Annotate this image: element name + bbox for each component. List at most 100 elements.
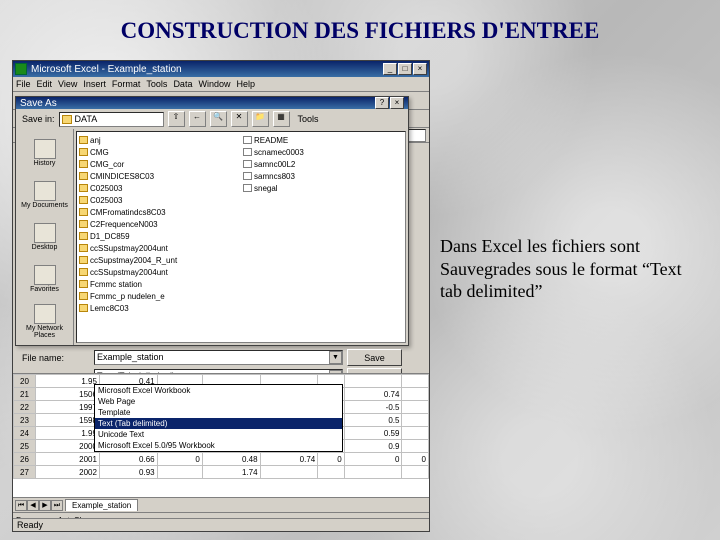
file-item[interactable]: Fcmmc station bbox=[79, 278, 239, 290]
tab-last-icon[interactable]: ⏭ bbox=[51, 500, 63, 511]
cell[interactable]: 0.5 bbox=[344, 414, 402, 427]
back-icon[interactable]: ← bbox=[189, 111, 206, 127]
menu-help[interactable]: Help bbox=[236, 79, 255, 89]
cell[interactable]: 2000 bbox=[36, 440, 100, 453]
cell[interactable]: 1506 bbox=[36, 388, 100, 401]
cell[interactable] bbox=[402, 440, 429, 453]
row-header[interactable]: 22 bbox=[14, 401, 36, 414]
file-item[interactable]: C025003 bbox=[79, 182, 239, 194]
menu-tools[interactable]: Tools bbox=[146, 79, 167, 89]
menu-insert[interactable]: Insert bbox=[83, 79, 106, 89]
dropdown-option[interactable]: Unicode Text bbox=[95, 429, 342, 440]
sheet-tab[interactable]: Example_station bbox=[65, 499, 138, 511]
cell[interactable]: 0 bbox=[402, 453, 429, 466]
dropdown-option[interactable]: Microsoft Excel 5.0/95 Workbook bbox=[95, 440, 342, 451]
row-header[interactable]: 27 bbox=[14, 466, 36, 479]
save-button[interactable]: Save bbox=[347, 349, 402, 366]
cell[interactable]: 0.48 bbox=[202, 453, 260, 466]
cell[interactable] bbox=[344, 375, 402, 388]
dropdown-option[interactable]: Microsoft Excel Workbook bbox=[95, 385, 342, 396]
cell[interactable]: 0.74 bbox=[260, 453, 318, 466]
file-item[interactable]: CMG bbox=[79, 146, 239, 158]
savetype-dropdown[interactable]: Microsoft Excel WorkbookWeb PageTemplate… bbox=[94, 384, 343, 452]
file-list[interactable]: anjCMGCMG_corCMINDICES8C03C025003C025003… bbox=[76, 131, 406, 343]
cell[interactable]: 0.74 bbox=[344, 388, 402, 401]
menu-view[interactable]: View bbox=[58, 79, 77, 89]
cell[interactable] bbox=[344, 466, 402, 479]
row-header[interactable]: 20 bbox=[14, 375, 36, 388]
tools-menu[interactable]: Tools bbox=[298, 114, 319, 124]
file-item[interactable]: C2FrequenceN003 bbox=[79, 218, 239, 230]
maximize-button[interactable]: □ bbox=[398, 63, 412, 75]
cell[interactable]: 0 bbox=[318, 453, 345, 466]
views-icon[interactable]: ▦ bbox=[273, 111, 290, 127]
tab-next-icon[interactable]: ▶ bbox=[39, 500, 51, 511]
up-folder-icon[interactable]: ⇧ bbox=[168, 111, 185, 127]
cell[interactable]: 1.74 bbox=[202, 466, 260, 479]
file-item[interactable]: CMFromatindcs8C03 bbox=[79, 206, 239, 218]
menu-data[interactable]: Data bbox=[173, 79, 192, 89]
row-header[interactable]: 25 bbox=[14, 440, 36, 453]
dropdown-option[interactable]: Text (Tab delimited) bbox=[95, 418, 342, 429]
menu-edit[interactable]: Edit bbox=[37, 79, 53, 89]
help-button[interactable]: ? bbox=[375, 97, 389, 109]
cell[interactable]: 1.95 bbox=[36, 375, 100, 388]
place-mydocs[interactable]: My Documents bbox=[20, 175, 70, 215]
file-item[interactable]: anj bbox=[79, 134, 239, 146]
place-desktop[interactable]: Desktop bbox=[20, 217, 70, 257]
file-item[interactable]: samnc00L2 bbox=[243, 158, 403, 170]
file-item[interactable]: CMINDICES8C03 bbox=[79, 170, 239, 182]
cell[interactable]: 0.9 bbox=[344, 440, 402, 453]
cell[interactable]: 1.99 bbox=[36, 427, 100, 440]
file-item[interactable]: samncs803 bbox=[243, 170, 403, 182]
cell[interactable]: -0.5 bbox=[344, 401, 402, 414]
cell[interactable]: 1997 bbox=[36, 401, 100, 414]
dropdown-option[interactable]: Web Page bbox=[95, 396, 342, 407]
dropdown-option[interactable]: Template bbox=[95, 407, 342, 418]
tab-prev-icon[interactable]: ◀ bbox=[27, 500, 39, 511]
cell[interactable]: 2001 bbox=[36, 453, 100, 466]
file-item[interactable]: README bbox=[243, 134, 403, 146]
file-item[interactable]: C025003 bbox=[79, 194, 239, 206]
dropdown-arrow-icon[interactable]: ▼ bbox=[329, 351, 342, 364]
row-header[interactable]: 21 bbox=[14, 388, 36, 401]
row-header[interactable]: 23 bbox=[14, 414, 36, 427]
cell[interactable]: 0.93 bbox=[99, 466, 157, 479]
savein-combo[interactable]: DATA bbox=[59, 112, 164, 127]
cell[interactable]: 2002 bbox=[36, 466, 100, 479]
place-favorites[interactable]: Favorites bbox=[20, 259, 70, 299]
filename-input[interactable]: Example_station ▼ bbox=[94, 350, 343, 365]
cell[interactable] bbox=[402, 427, 429, 440]
cell[interactable] bbox=[260, 466, 318, 479]
file-item[interactable]: snegal bbox=[243, 182, 403, 194]
menu-format[interactable]: Format bbox=[112, 79, 141, 89]
file-item[interactable]: D1_DC859 bbox=[79, 230, 239, 242]
file-item[interactable]: Fcmmc_p nudelen_e bbox=[79, 290, 239, 302]
cell[interactable] bbox=[402, 401, 429, 414]
cell[interactable]: 0 bbox=[157, 453, 202, 466]
row-header[interactable]: 26 bbox=[14, 453, 36, 466]
tab-first-icon[interactable]: ⏮ bbox=[15, 500, 27, 511]
cell[interactable] bbox=[402, 414, 429, 427]
minimize-button[interactable]: _ bbox=[383, 63, 397, 75]
newfolder-icon[interactable]: 📁 bbox=[252, 111, 269, 127]
cell[interactable] bbox=[402, 388, 429, 401]
cell[interactable] bbox=[157, 466, 202, 479]
cell[interactable] bbox=[402, 466, 429, 479]
file-item[interactable]: ccSupstmay2004_R_unt bbox=[79, 254, 239, 266]
file-item[interactable]: CMG_cor bbox=[79, 158, 239, 170]
cell[interactable]: 0 bbox=[344, 453, 402, 466]
file-item[interactable]: scnamec0003 bbox=[243, 146, 403, 158]
place-network[interactable]: My Network Places bbox=[20, 301, 70, 341]
dialog-close-button[interactable]: × bbox=[390, 97, 404, 109]
cell[interactable] bbox=[402, 375, 429, 388]
cell[interactable]: 0.66 bbox=[99, 453, 157, 466]
menu-window[interactable]: Window bbox=[198, 79, 230, 89]
file-item[interactable]: ccSSupstmay2004unt bbox=[79, 242, 239, 254]
delete-icon[interactable]: ✕ bbox=[231, 111, 248, 127]
cell[interactable]: 1598 bbox=[36, 414, 100, 427]
close-button[interactable]: × bbox=[413, 63, 427, 75]
file-item[interactable]: ccSSupstmay2004unt bbox=[79, 266, 239, 278]
file-item[interactable]: Lemc8C03 bbox=[79, 302, 239, 314]
menu-file[interactable]: File bbox=[16, 79, 31, 89]
